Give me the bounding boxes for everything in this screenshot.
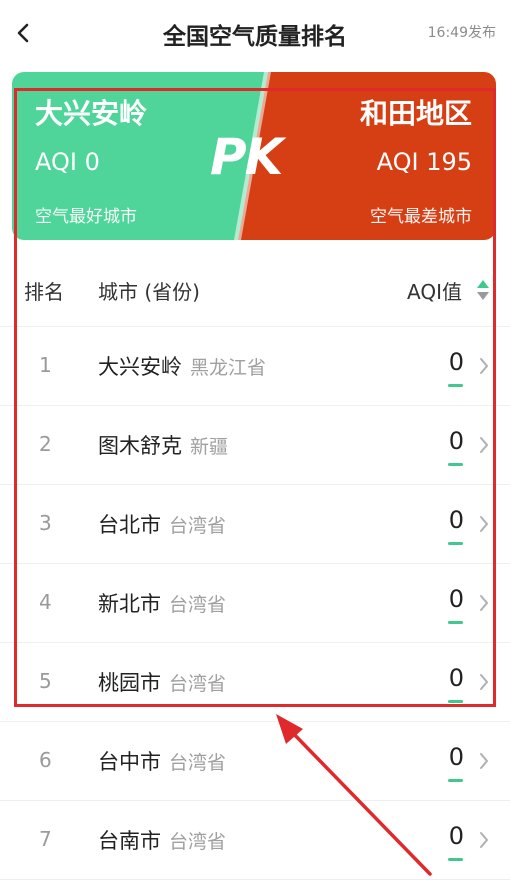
- best-city-name: 大兴安岭: [35, 97, 148, 130]
- row-city-name: 图木舒克: [98, 434, 182, 458]
- row-rank: 5: [39, 669, 52, 693]
- row-rank: 1: [39, 353, 52, 377]
- row-aqi: 0: [448, 506, 464, 534]
- row-city-name: 台南市: [98, 829, 161, 853]
- row-aqi: 0: [448, 427, 464, 455]
- row-city: 大兴安岭 黑龙江省: [98, 351, 266, 381]
- column-aqi[interactable]: AQI值: [407, 276, 462, 305]
- aqi-level-bar: [448, 779, 463, 782]
- chevron-right-icon: [480, 595, 488, 611]
- publish-time: 16:49发布: [427, 25, 496, 41]
- row-aqi: 0: [448, 348, 464, 376]
- aqi-level-bar: [448, 384, 463, 387]
- table-row[interactable]: 6 台中市 台湾省 0: [0, 721, 510, 801]
- row-province: 台湾省: [169, 594, 227, 616]
- table-row[interactable]: 5 桃园市 台湾省 0: [0, 642, 510, 722]
- row-city: 台北市 台湾省: [98, 509, 226, 539]
- aqi-level-bar: [448, 858, 463, 861]
- row-province: 台湾省: [169, 515, 227, 537]
- row-aqi: 0: [448, 585, 464, 613]
- chevron-right-icon: [480, 674, 488, 690]
- row-city: 图木舒克 新疆: [98, 430, 228, 460]
- worst-city-label: 空气最差城市: [370, 207, 472, 227]
- row-city: 桃园市 台湾省: [98, 667, 226, 697]
- pk-card[interactable]: 大兴安岭 AQI 0 空气最好城市 PK 和田地区 AQI 195 空气最差城市: [12, 72, 496, 240]
- worst-city-aqi: AQI 195: [376, 148, 472, 176]
- sort-icon[interactable]: [476, 278, 490, 302]
- chevron-right-icon: [480, 358, 488, 374]
- aqi-level-bar: [448, 463, 463, 466]
- top-bar: 全国空气质量排名 16:49发布: [0, 0, 510, 66]
- row-province: 台湾省: [169, 831, 227, 853]
- column-rank: 排名: [24, 280, 64, 304]
- chevron-right-icon: [480, 832, 488, 848]
- table-row[interactable]: 2 图木舒克 新疆 0: [0, 405, 510, 485]
- table-row[interactable]: 7 台南市 台湾省 0: [0, 800, 510, 880]
- row-aqi: 0: [448, 664, 464, 692]
- chevron-right-icon: [480, 516, 488, 532]
- aqi-level-bar: [448, 542, 463, 545]
- row-rank: 4: [39, 590, 52, 614]
- worst-city-name: 和田地区: [359, 97, 472, 130]
- row-rank: 3: [39, 511, 52, 535]
- chevron-right-icon: [480, 753, 488, 769]
- table-row[interactable]: 3 台北市 台湾省 0: [0, 484, 510, 564]
- row-city-name: 台北市: [98, 513, 161, 537]
- row-city: 新北市 台湾省: [98, 588, 226, 618]
- row-province: 黑龙江省: [190, 357, 267, 379]
- column-city: 城市 (省份): [98, 280, 200, 304]
- row-city-name: 新北市: [98, 592, 161, 616]
- best-city-label: 空气最好城市: [35, 207, 137, 227]
- row-city: 台南市 台湾省: [98, 825, 226, 855]
- row-city: 台中市 台湾省: [98, 746, 226, 776]
- row-aqi: 0: [448, 743, 464, 771]
- row-rank: 7: [39, 827, 52, 851]
- row-aqi: 0: [448, 822, 464, 850]
- table-row[interactable]: 1 大兴安岭 黑龙江省 0: [0, 326, 510, 406]
- row-city-name: 桃园市: [98, 671, 161, 695]
- row-city-name: 台中市: [98, 750, 161, 774]
- pk-mark: PK: [210, 128, 283, 186]
- row-rank: 6: [39, 748, 52, 772]
- row-city-name: 大兴安岭: [98, 355, 182, 379]
- row-province: 新疆: [190, 436, 229, 458]
- row-province: 台湾省: [169, 673, 227, 695]
- table-header: 排名 城市 (省份) AQI值: [0, 246, 510, 327]
- chevron-right-icon: [480, 437, 488, 453]
- row-rank: 2: [39, 432, 52, 456]
- aqi-level-bar: [448, 621, 463, 624]
- row-province: 台湾省: [169, 752, 227, 774]
- best-city-aqi: AQI 0: [35, 148, 100, 176]
- table-row[interactable]: 4 新北市 台湾省 0: [0, 563, 510, 643]
- aqi-level-bar: [448, 700, 463, 703]
